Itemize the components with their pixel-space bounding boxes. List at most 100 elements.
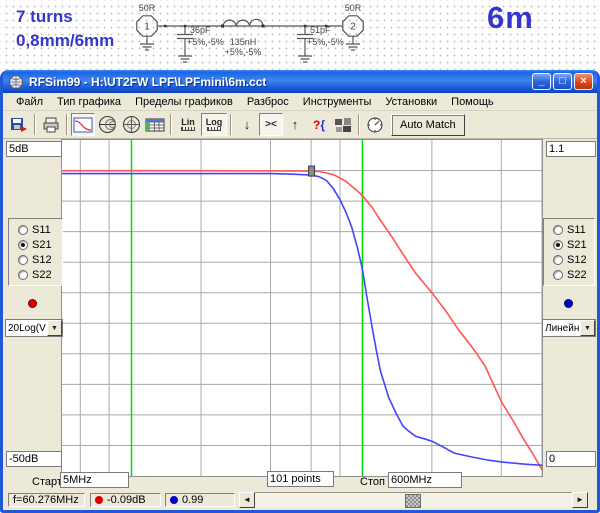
polar-chart-icon [122,116,140,133]
radio-label: S22 [32,268,52,281]
component-sweep-button[interactable] [331,113,355,136]
radio-icon[interactable] [553,239,563,250]
toolbar-separator [170,114,172,135]
right-radio-s12[interactable]: S12 [544,252,594,267]
left-radio-s21[interactable]: S21 [9,237,62,252]
start-frequency-label: Старт [32,476,62,488]
left-radio-s22[interactable]: S22 [9,267,62,282]
blue-trace-indicator [564,299,573,308]
smith-chart-icon [98,116,116,133]
toolbar-separator [358,114,360,135]
auto-match-button[interactable]: Auto Match [391,113,465,136]
radio-icon[interactable] [553,254,563,265]
port2-number: 2 [350,22,356,33]
right-format-combo[interactable]: Линейн ▼ [542,319,596,337]
log-scale-button[interactable]: Log [201,113,227,136]
scrollbar-thumb[interactable] [405,494,421,508]
toolbar: Lin Log ↓ >< ↑ ?{Auto Match [3,111,597,139]
marker-frequency-value: f=60.276MHz [13,494,79,506]
zoom-in-button[interactable]: ↑ [283,113,307,136]
capacitor1-tolerance: +5%,-5% [187,37,224,47]
polar-chart-button[interactable] [119,113,143,136]
start-frequency-input[interactable]: 5MHz [60,472,129,488]
match-icon: >< [265,119,277,130]
left-format-combo[interactable]: 20Log(V ▼ [5,319,63,337]
radio-icon[interactable] [18,269,28,280]
radio-icon[interactable] [18,239,28,250]
right-scale-max-input[interactable]: 1.1 [546,141,596,157]
arrow-down-icon: ↓ [243,117,251,132]
table-icon [145,118,165,131]
capacitor2-tolerance: +5%,-5% [307,37,344,47]
stop-frequency-label: Стоп [360,476,385,488]
print-button[interactable] [39,113,63,136]
printer-icon [43,117,59,132]
menu-graph-limits[interactable]: Пределы графиков [128,95,240,109]
left-scale-min-input[interactable]: -50dB [6,451,62,467]
linear-scale-button[interactable]: Lin [175,113,201,136]
menu-tools[interactable]: Инструменты [296,95,379,109]
right-radio-s21[interactable]: S21 [544,237,594,252]
minimize-button[interactable]: _ [532,73,551,90]
left-format-value: 20Log(V [8,322,46,334]
maximize-button[interactable]: □ [553,73,572,90]
scroll-right-arrow[interactable]: ► [572,492,588,508]
menu-help[interactable]: Помощь [444,95,501,109]
capacitor2-value: 51pF [310,25,331,35]
blue-marker-readout: 0.99 [165,493,235,507]
left-radio-s11[interactable]: S11 [9,222,62,237]
title-bar[interactable]: RFSim99 - H:\UT2FW LPF\LPFmini\6m.cct _ … [3,70,597,93]
inductor1-value: 135nH [230,37,257,47]
radio-label: S12 [567,253,587,266]
stop-frequency-input[interactable]: 600MHz [388,472,462,488]
node-dot [325,24,328,28]
right-sparam-group: S11 S21 S12 S22 [543,218,595,286]
rectangular-graph-icon [73,117,93,132]
left-scale-max-input[interactable]: 5dB [6,141,62,157]
port2-impedance-label: 50R [345,3,362,13]
radio-label: S12 [32,253,52,266]
close-button[interactable]: × [574,73,593,90]
capacitor1-value: 36pF [190,25,211,35]
smith-chart-button[interactable] [95,113,119,136]
inductor1-symbol[interactable] [222,18,264,27]
radio-icon[interactable] [18,224,28,235]
table-view-button[interactable] [143,113,167,136]
chevron-down-icon[interactable]: ▼ [47,320,62,336]
radio-icon[interactable] [553,224,563,235]
radio-label: S11 [32,223,51,236]
node-dot [164,24,167,28]
s-parameter-plot[interactable] [61,139,543,477]
blue-marker-value: 0.99 [182,494,204,506]
points-input[interactable]: 101 points [267,471,334,487]
chevron-down-icon[interactable]: ▼ [580,320,595,336]
radio-label: S11 [567,223,586,236]
menu-tolerance[interactable]: Разброс [240,95,296,109]
rectangular-graph-button[interactable] [71,113,95,136]
floppy-export-icon [11,117,27,132]
left-radio-s12[interactable]: S12 [9,252,62,267]
right-radio-s22[interactable]: S22 [544,267,594,282]
save-export-button[interactable] [7,113,31,136]
marker-scrollbar[interactable]: ◄ ► [239,492,588,508]
radio-icon[interactable] [18,254,28,265]
tolerance-analysis-button[interactable]: ?{ [307,113,331,136]
simulate-button[interactable] [363,113,387,136]
scrollbar-track[interactable] [255,492,572,508]
right-scale-min-input[interactable]: 0 [546,451,596,467]
rfsim99-screen: 7 turns 0,8mm/6mm 6m 50R 1 36pF +5%,-5% … [0,0,600,513]
match-cursor-button[interactable]: >< [259,113,283,136]
right-radio-s11[interactable]: S11 [544,222,594,237]
schematic-area: 7 turns 0,8mm/6mm 6m 50R 1 36pF +5%,-5% … [0,0,600,70]
menu-settings[interactable]: Установки [378,95,444,109]
menu-graph-type[interactable]: Тип графика [50,95,128,109]
radio-icon[interactable] [553,269,563,280]
radio-label: S21 [567,238,587,251]
inductor1-tolerance: +5%,-5% [225,47,262,57]
scroll-left-arrow[interactable]: ◄ [239,492,255,508]
s21-chart[interactable] [62,140,542,476]
menu-file[interactable]: Файл [9,95,50,109]
marker-frequency-readout: f=60.276MHz [8,493,85,507]
filter-schematic[interactable]: 50R 1 36pF +5%,-5% 135nH +5%,-5% 51pF +5… [120,0,380,70]
zoom-out-button[interactable]: ↓ [235,113,259,136]
